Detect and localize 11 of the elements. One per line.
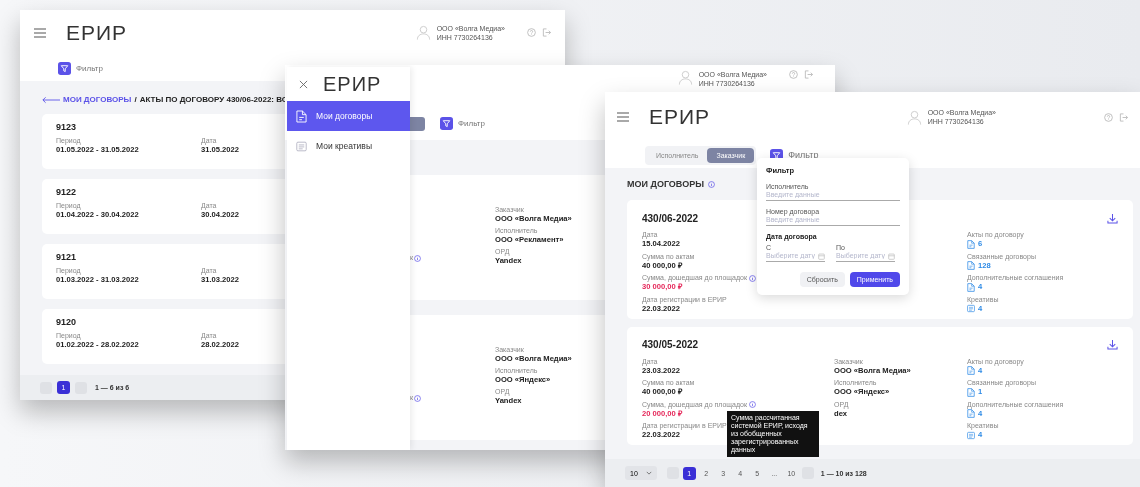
section-title: МОИ ДОГОВОРЫ xyxy=(627,179,704,189)
act-number: 9123 xyxy=(56,122,77,132)
act-number: 9121 xyxy=(56,252,77,262)
act-number: 9122 xyxy=(56,187,77,197)
contract-number: 430/05-2022 xyxy=(642,339,699,350)
breadcrumb-separator: / xyxy=(134,95,137,104)
logo: ЕРИР xyxy=(649,105,711,129)
contract-number: 430/06-2022 xyxy=(642,212,699,224)
logo: ЕРИР xyxy=(66,20,128,45)
logo: ЕРИР xyxy=(323,72,382,96)
act-number: 9120 xyxy=(56,317,77,327)
